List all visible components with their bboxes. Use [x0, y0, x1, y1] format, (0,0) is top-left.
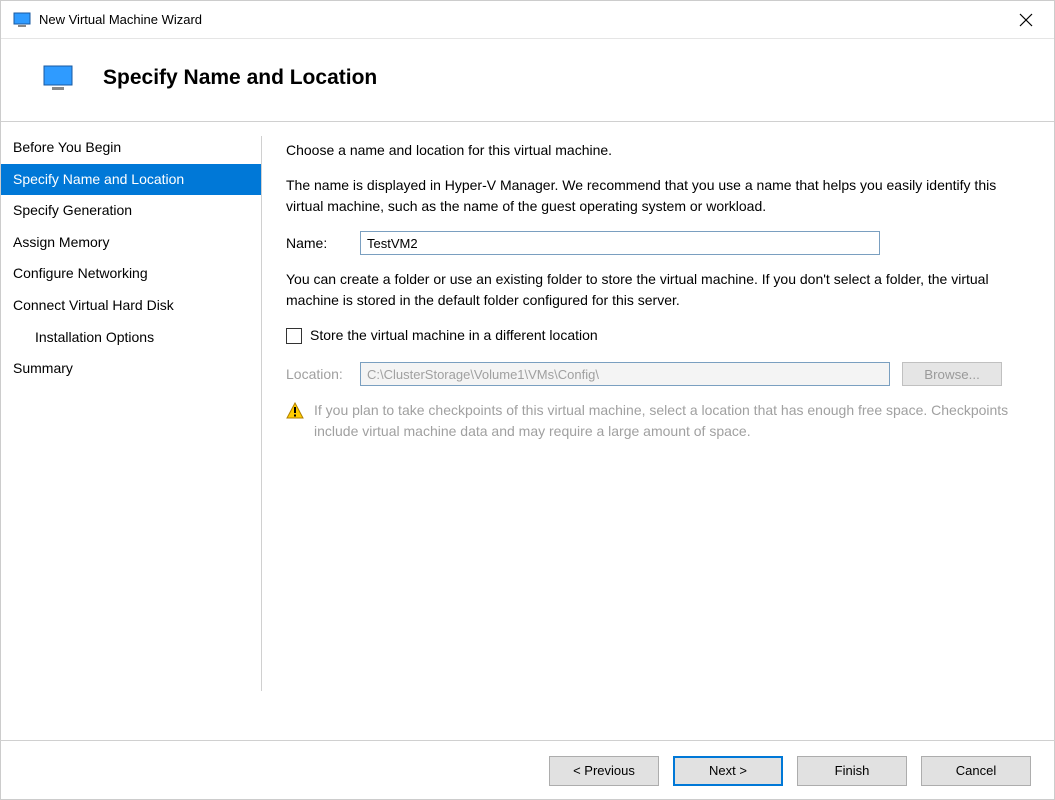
step-assign-memory[interactable]: Assign Memory: [1, 227, 261, 259]
cancel-button[interactable]: Cancel: [921, 756, 1031, 786]
page-title: Specify Name and Location: [103, 66, 377, 90]
previous-button[interactable]: < Previous: [549, 756, 659, 786]
step-installation-options[interactable]: Installation Options: [1, 322, 261, 354]
wizard-header: Specify Name and Location: [1, 39, 1054, 121]
step-configure-networking[interactable]: Configure Networking: [1, 258, 261, 290]
warning-icon: [286, 402, 304, 420]
vm-header-icon: [43, 65, 73, 91]
warning-text: If you plan to take checkpoints of this …: [314, 400, 1030, 442]
intro-text: Choose a name and location for this virt…: [286, 140, 1030, 161]
name-label: Name:: [286, 233, 348, 254]
window-title: New Virtual Machine Wizard: [39, 12, 202, 27]
step-specify-generation[interactable]: Specify Generation: [1, 195, 261, 227]
location-input: [360, 362, 890, 386]
wizard-steps: Before You BeginSpecify Name and Locatio…: [1, 122, 261, 711]
folder-description: You can create a folder or use an existi…: [286, 269, 1030, 311]
main-panel: Choose a name and location for this virt…: [262, 122, 1054, 711]
name-input[interactable]: [360, 231, 880, 255]
step-summary[interactable]: Summary: [1, 353, 261, 385]
finish-button[interactable]: Finish: [797, 756, 907, 786]
step-specify-name-and-location[interactable]: Specify Name and Location: [1, 164, 261, 196]
store-location-checkbox[interactable]: [286, 328, 302, 344]
location-label: Location:: [286, 364, 348, 385]
step-before-you-begin[interactable]: Before You Begin: [1, 132, 261, 164]
step-connect-virtual-hard-disk[interactable]: Connect Virtual Hard Disk: [1, 290, 261, 322]
close-button[interactable]: [1006, 7, 1046, 33]
wizard-footer: < Previous Next > Finish Cancel: [0, 740, 1055, 800]
next-button[interactable]: Next >: [673, 756, 783, 786]
store-location-label: Store the virtual machine in a different…: [310, 325, 598, 346]
name-description: The name is displayed in Hyper-V Manager…: [286, 175, 1030, 217]
vm-app-icon: [13, 12, 31, 28]
browse-button: Browse...: [902, 362, 1002, 386]
titlebar: New Virtual Machine Wizard: [1, 1, 1054, 39]
